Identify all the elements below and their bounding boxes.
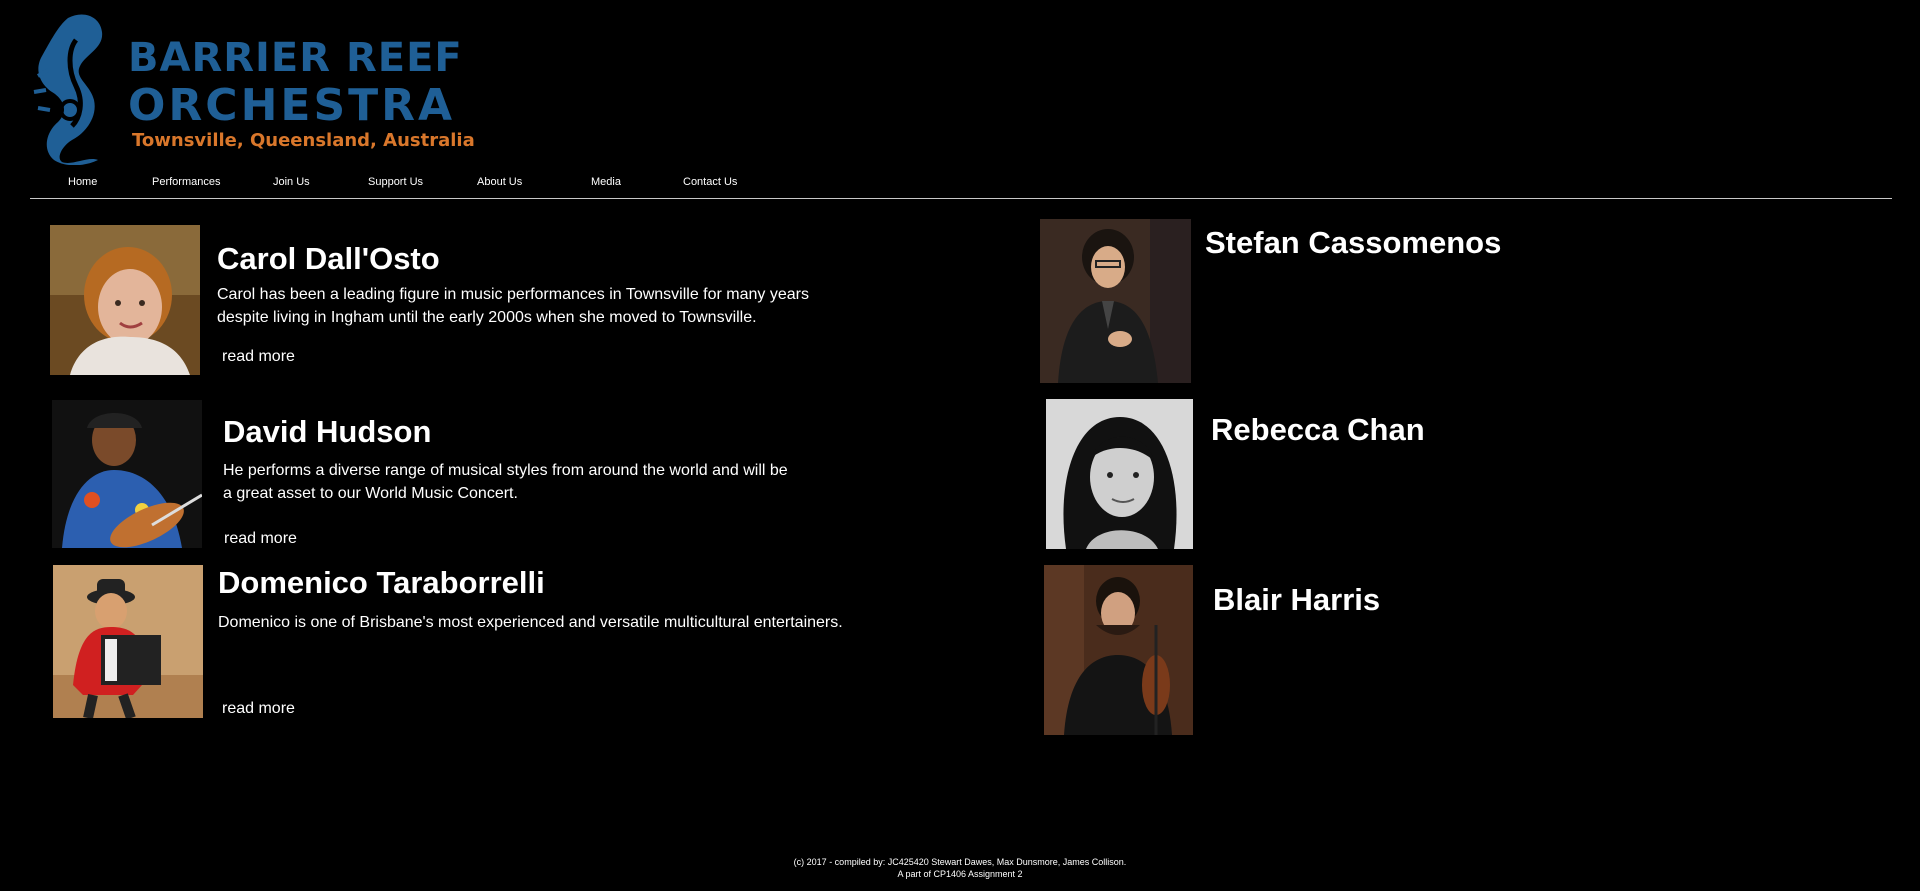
musician-photo	[1046, 399, 1193, 549]
nav-support-us[interactable]: Support Us	[368, 176, 423, 188]
nav-join-us[interactable]: Join Us	[273, 176, 310, 188]
logo-tagline: Townsville, Queensland, Australia	[132, 130, 475, 151]
musician-name: Rebecca Chan	[1211, 412, 1425, 447]
musician-name: Domenico Taraborrelli	[218, 565, 545, 600]
main-nav: Home Performances Join Us Support Us Abo…	[30, 176, 1890, 190]
musician-photo	[53, 565, 203, 718]
treble-clef-seahorse-icon	[28, 10, 122, 166]
musician-photo	[1044, 565, 1193, 735]
musician-name: Carol Dall'Osto	[217, 241, 440, 276]
musician-photo	[52, 400, 202, 548]
nav-about-us[interactable]: About Us	[477, 176, 522, 188]
musician-name: David Hudson	[223, 414, 432, 449]
footer-assignment: A part of CP1406 Assignment 2	[897, 869, 1023, 879]
logo-title-line2: ORCHESTRA	[128, 80, 456, 131]
logo-title-line1: BARRIER REEF	[128, 35, 463, 81]
footer-credits: (c) 2017 - compiled by: JC425420 Stewart…	[793, 857, 1127, 867]
nav-media[interactable]: Media	[591, 176, 621, 188]
nav-home[interactable]: Home	[68, 176, 97, 188]
nav-contact-us[interactable]: Contact Us	[683, 176, 737, 188]
read-more-link[interactable]: read more	[222, 348, 295, 366]
footer: (c) 2017 - compiled by: JC425420 Stewart…	[0, 856, 1920, 880]
read-more-link[interactable]: read more	[224, 530, 297, 548]
musician-bio: He performs a diverse range of musical s…	[223, 462, 788, 502]
read-more-link[interactable]: read more	[222, 700, 295, 718]
nav-performances[interactable]: Performances	[152, 176, 220, 188]
musician-name: Blair Harris	[1213, 582, 1381, 617]
musician-bio: Carol has been a leading figure in music…	[217, 286, 809, 326]
site-logo[interactable]: BARRIER REEF ORCHESTRA Townsville, Queen…	[28, 10, 478, 166]
nav-divider	[30, 198, 1892, 199]
musician-bio: Domenico is one of Brisbane's most exper…	[218, 614, 843, 631]
musician-name: Stefan Cassomenos	[1205, 225, 1502, 260]
musician-photo	[1040, 219, 1191, 383]
musician-photo	[50, 225, 200, 375]
